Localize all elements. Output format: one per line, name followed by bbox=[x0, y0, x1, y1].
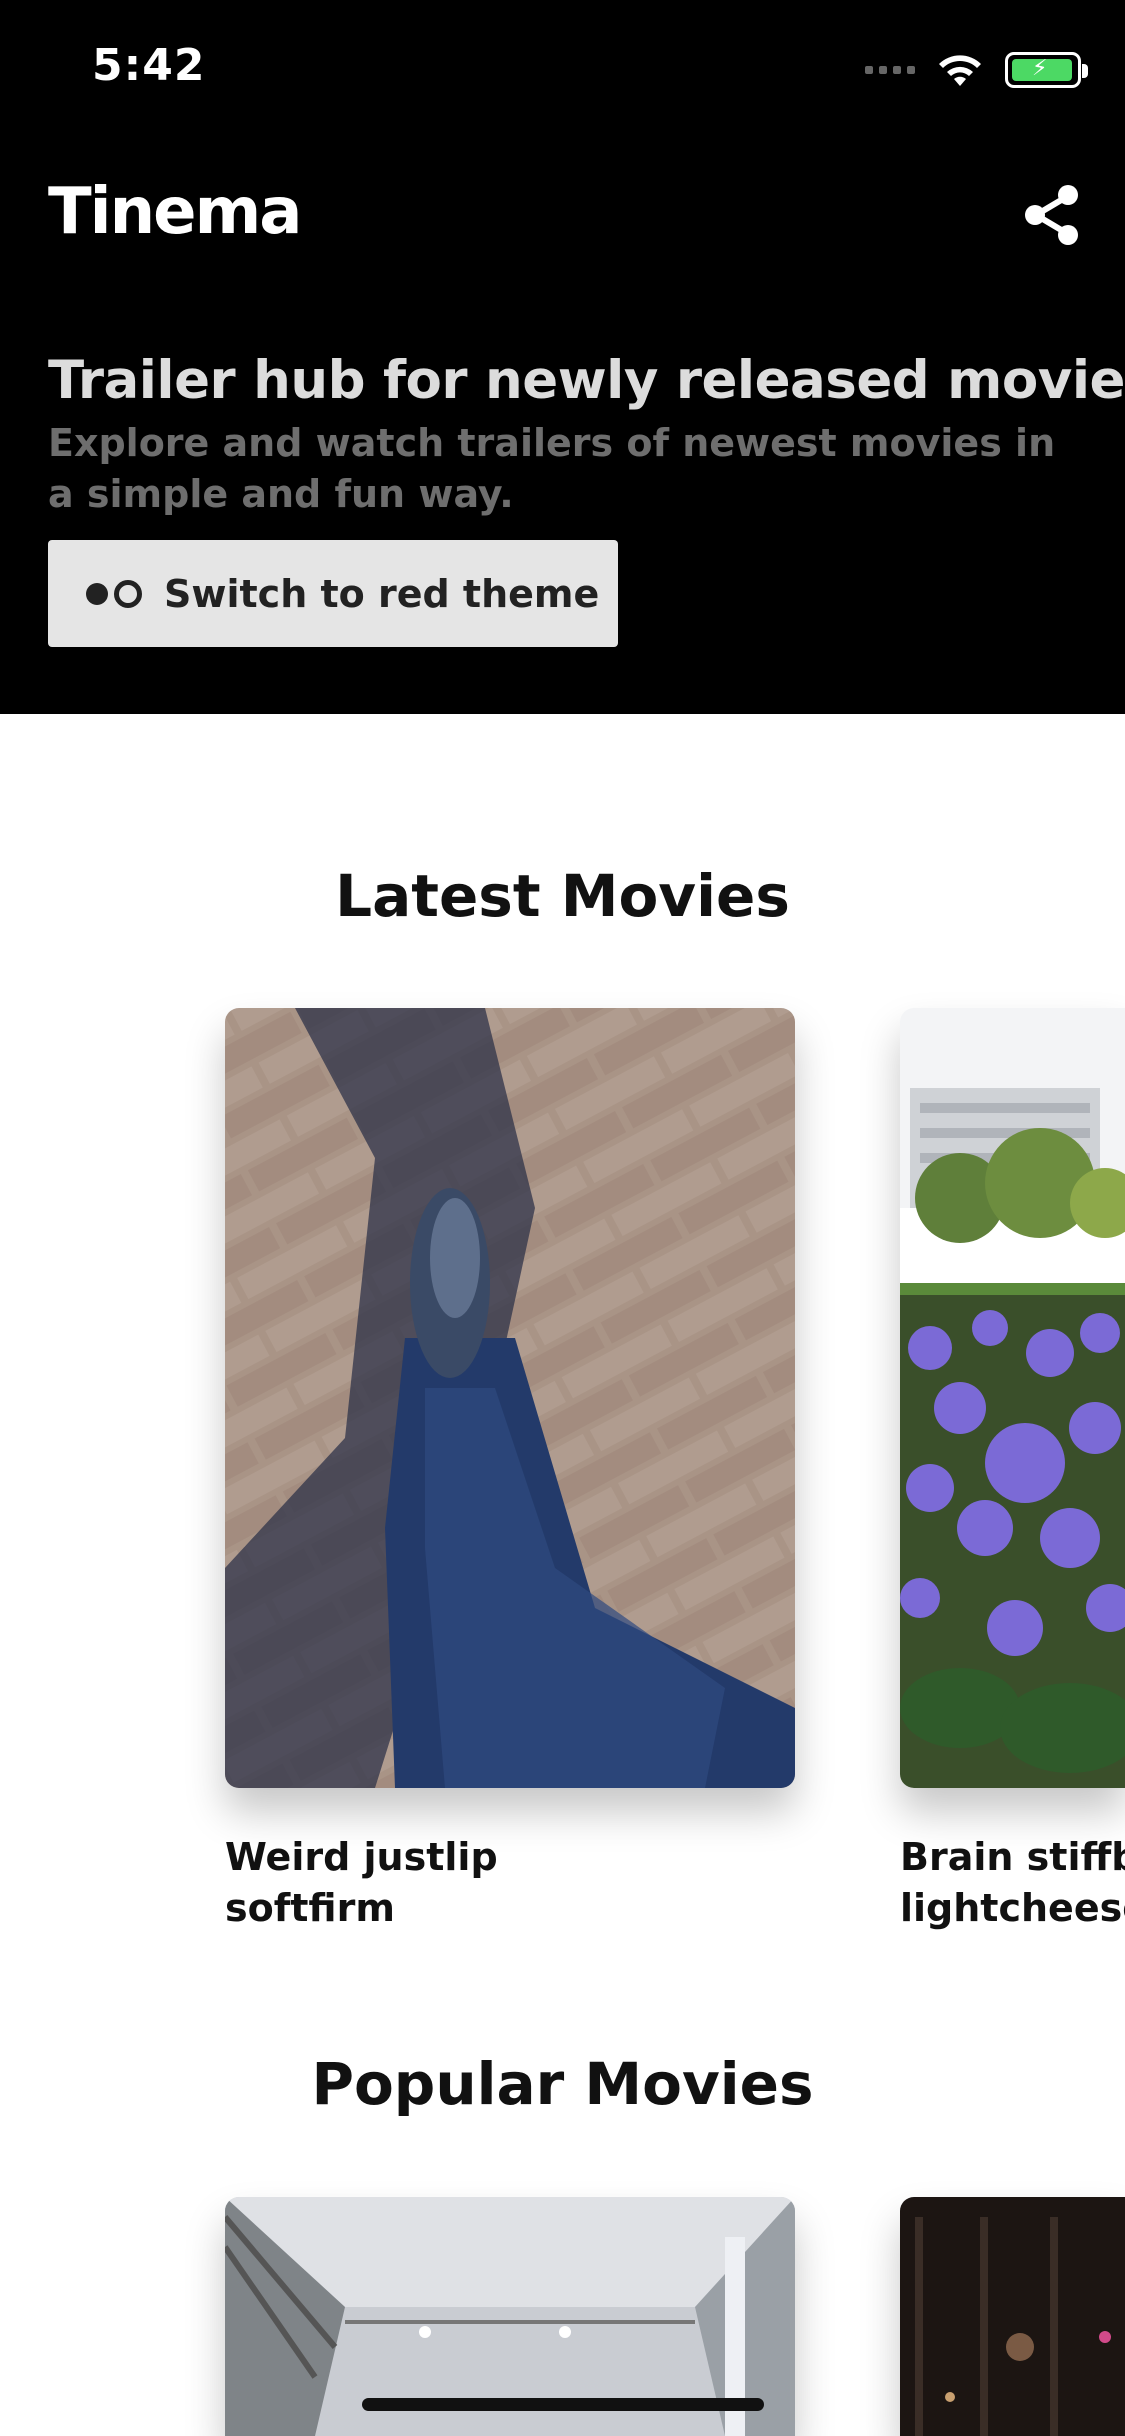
home-indicator[interactable] bbox=[362, 2398, 764, 2411]
movie-title[interactable]: Weird justlip softfirm bbox=[225, 1832, 785, 1934]
switch-theme-button[interactable]: Switch to red theme bbox=[48, 540, 618, 647]
hero-headline: Trailer hub for newly released movies bbox=[48, 350, 1125, 411]
battery-charging-icon: ⚡ bbox=[1005, 52, 1088, 88]
movie-card-poster[interactable] bbox=[900, 1008, 1125, 1788]
status-icons: ⚡ bbox=[865, 50, 1088, 90]
hero-subline: Explore and watch trailers of newest mov… bbox=[48, 421, 1056, 516]
movie-card-poster[interactable] bbox=[225, 1008, 795, 1788]
movie-title[interactable]: Brain stiffbla lightcheese bbox=[900, 1832, 1125, 1934]
popular-movies-heading: Popular Movies bbox=[311, 2050, 814, 2118]
movie-poster-image bbox=[900, 1008, 1125, 1788]
latest-movies-heading: Latest Movies bbox=[335, 862, 790, 930]
theme-dots-icon bbox=[86, 579, 142, 608]
signal-icon bbox=[865, 66, 915, 74]
app-title: Tinema bbox=[48, 175, 302, 249]
movie-poster-image bbox=[225, 1008, 795, 1788]
movie-poster-image bbox=[900, 2197, 1125, 2436]
app-header: 5:42 ⚡ Tinema Trailer hub for newly rele… bbox=[0, 0, 1125, 714]
movie-card-poster[interactable] bbox=[900, 2197, 1125, 2436]
wifi-icon bbox=[939, 55, 981, 86]
switch-theme-label: Switch to red theme bbox=[164, 571, 600, 616]
share-icon[interactable] bbox=[1020, 182, 1086, 248]
status-time: 5:42 bbox=[92, 40, 206, 91]
